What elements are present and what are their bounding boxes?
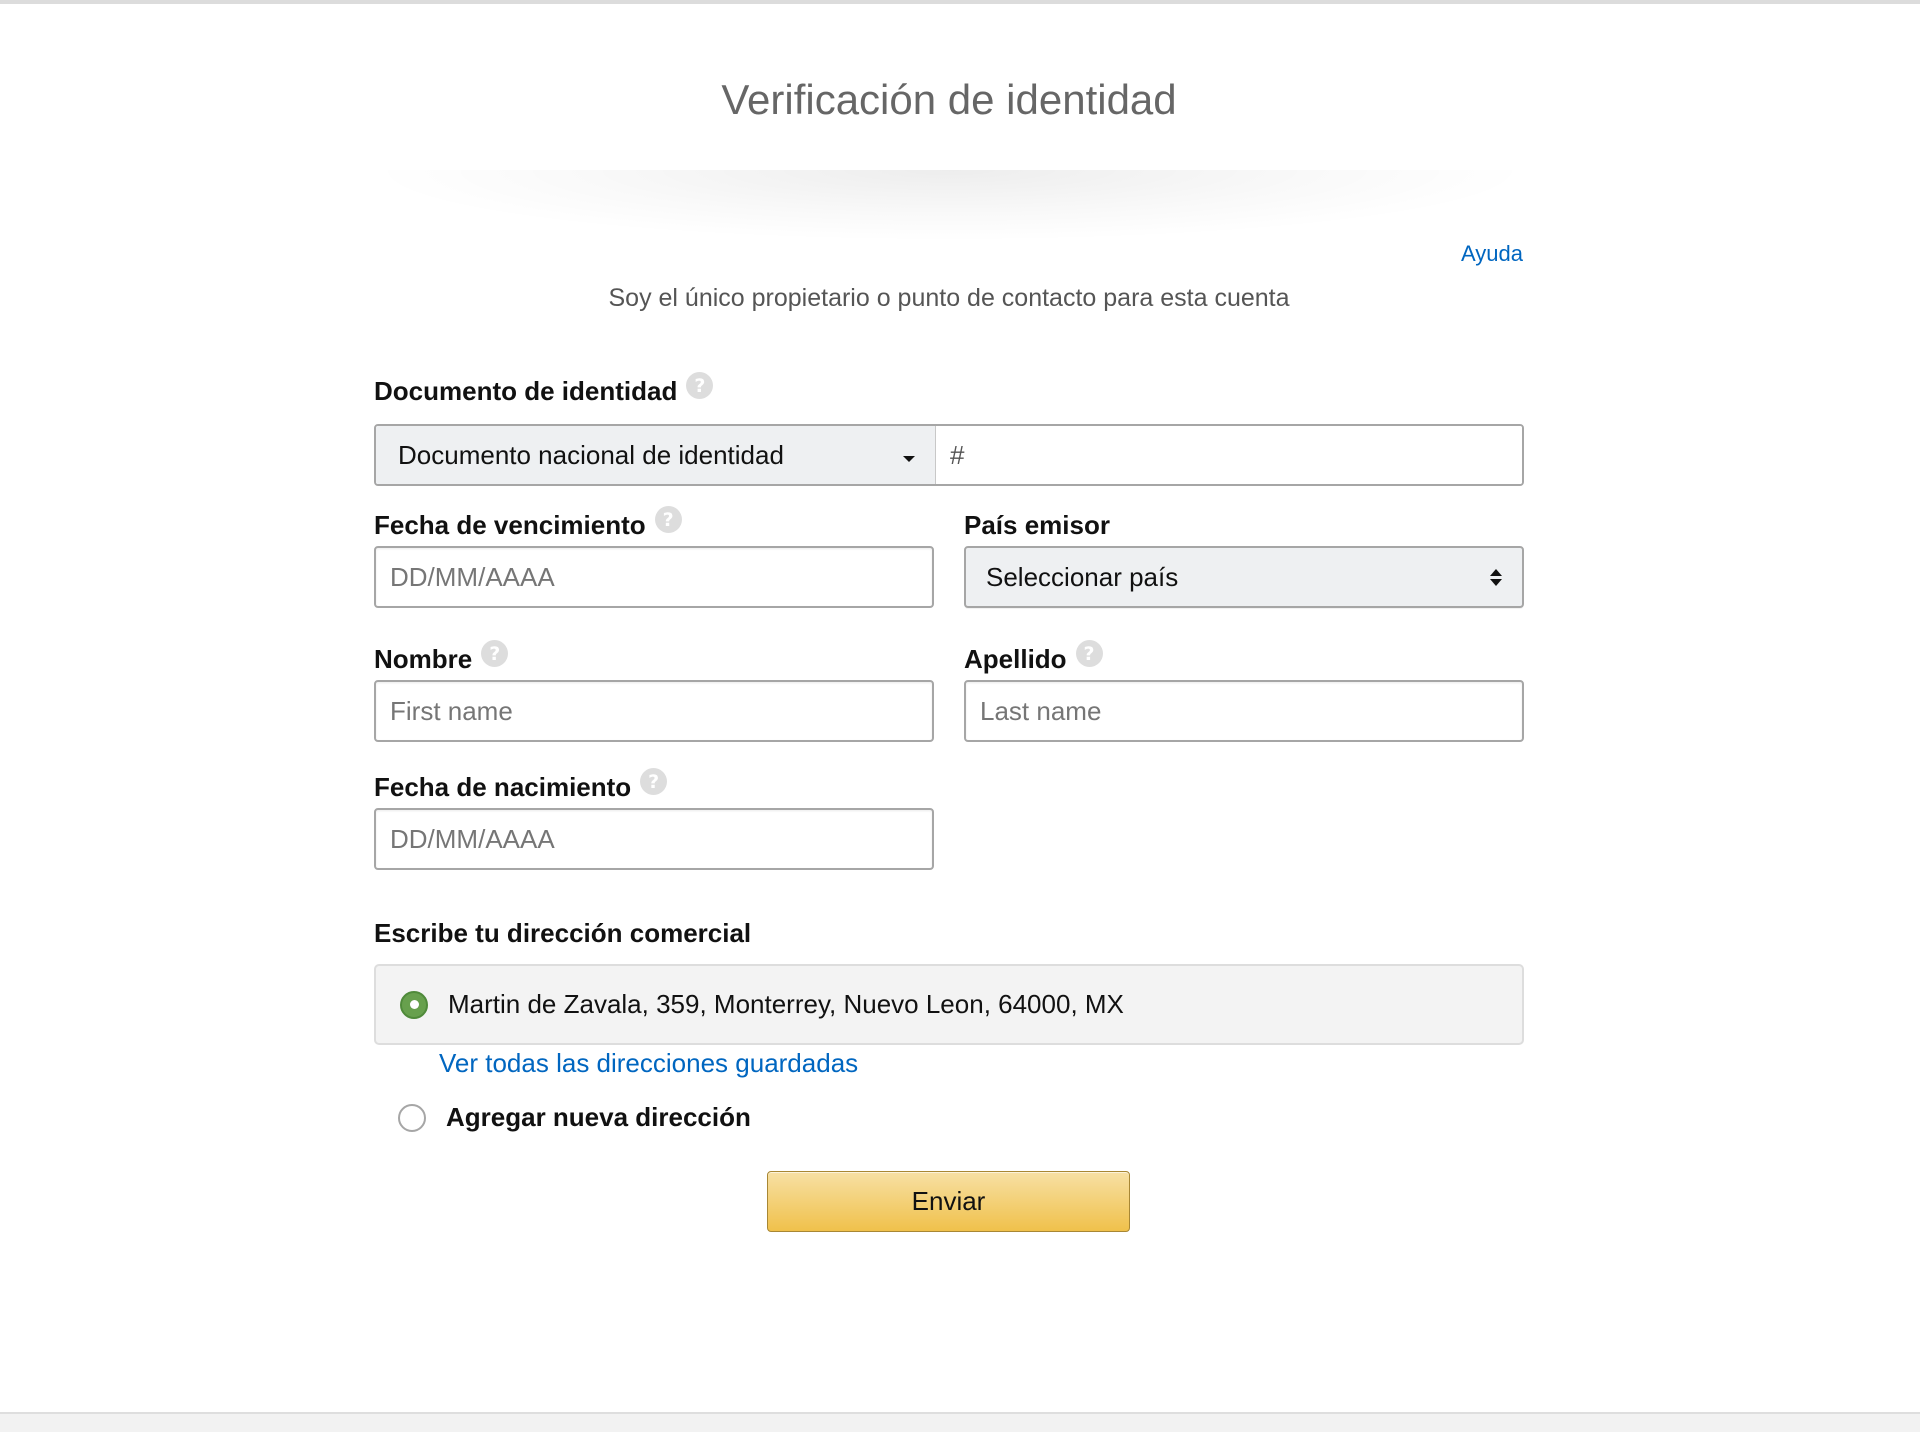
issuing-country-label-row: País emisor bbox=[964, 510, 1110, 541]
question-mark-icon[interactable]: ? bbox=[640, 768, 668, 795]
expiration-date-label-row: Fecha de vencimiento ? bbox=[374, 506, 682, 541]
first-name-label-row: Nombre ? bbox=[374, 640, 509, 675]
business-address-label: Escribe tu dirección comercial bbox=[374, 918, 752, 948]
submit-button[interactable]: Enviar bbox=[767, 1171, 1130, 1232]
page-subtitle: Soy el único propietario o punto de cont… bbox=[608, 284, 1290, 312]
question-mark-icon[interactable]: ? bbox=[481, 640, 509, 667]
birth-date-label: Fecha de nacimiento bbox=[374, 772, 632, 802]
first-name-field bbox=[374, 680, 934, 742]
birth-date-label-row: Fecha de nacimiento ? bbox=[374, 768, 668, 803]
id-document-label-row: Documento de identidad ? bbox=[374, 372, 714, 407]
issuing-country-select[interactable]: Seleccionar país bbox=[964, 546, 1524, 608]
expiration-date-field bbox=[374, 546, 934, 608]
id-document-group: Documento nacional de identidad bbox=[374, 424, 1524, 486]
help-link[interactable]: Ayuda bbox=[1461, 241, 1523, 267]
id-document-label: Documento de identidad bbox=[374, 376, 678, 406]
view-saved-addresses-link[interactable]: Ver todas las direcciones guardadas bbox=[439, 1048, 858, 1079]
id-document-type-value: Documento nacional de identidad bbox=[398, 439, 784, 470]
last-name-field bbox=[964, 680, 1524, 742]
id-document-type-select[interactable]: Documento nacional de identidad bbox=[376, 426, 936, 484]
id-document-number-wrapper bbox=[936, 426, 1522, 484]
first-name-label: Nombre bbox=[374, 644, 473, 674]
expiration-date-input[interactable] bbox=[376, 548, 932, 606]
top-divider bbox=[0, 0, 1920, 4]
question-mark-icon[interactable]: ? bbox=[686, 372, 714, 399]
radio-unchecked-icon[interactable] bbox=[398, 1103, 426, 1132]
last-name-input[interactable] bbox=[966, 682, 1522, 740]
saved-address-option[interactable]: Martin de Zavala, 359, Monterrey, Nuevo … bbox=[374, 964, 1524, 1045]
issuing-country-label: País emisor bbox=[964, 510, 1110, 540]
header-shadow bbox=[380, 170, 1520, 240]
saved-address-text: Martin de Zavala, 359, Monterrey, Nuevo … bbox=[448, 989, 1124, 1019]
expiration-date-label: Fecha de vencimiento bbox=[374, 510, 646, 540]
question-mark-icon[interactable]: ? bbox=[654, 506, 682, 533]
page-title: Verificación de identidad bbox=[721, 76, 1177, 123]
business-address-label-row: Escribe tu dirección comercial bbox=[374, 918, 751, 949]
caret-down-icon bbox=[903, 456, 915, 462]
last-name-label: Apellido bbox=[964, 644, 1067, 674]
birth-date-input[interactable] bbox=[376, 810, 932, 868]
issuing-country-value: Seleccionar país bbox=[986, 561, 1179, 592]
footer-bar bbox=[0, 1412, 1920, 1432]
question-mark-icon[interactable]: ? bbox=[1075, 640, 1103, 667]
birth-date-field bbox=[374, 808, 934, 870]
id-document-number-input[interactable] bbox=[936, 426, 1522, 484]
first-name-input[interactable] bbox=[376, 682, 932, 740]
up-down-arrows-icon bbox=[1490, 568, 1502, 586]
last-name-label-row: Apellido ? bbox=[964, 640, 1103, 675]
add-new-address-label: Agregar nueva dirección bbox=[446, 1102, 751, 1132]
radio-checked-icon[interactable] bbox=[400, 990, 428, 1019]
add-new-address-option[interactable]: Agregar nueva dirección bbox=[398, 1102, 751, 1133]
